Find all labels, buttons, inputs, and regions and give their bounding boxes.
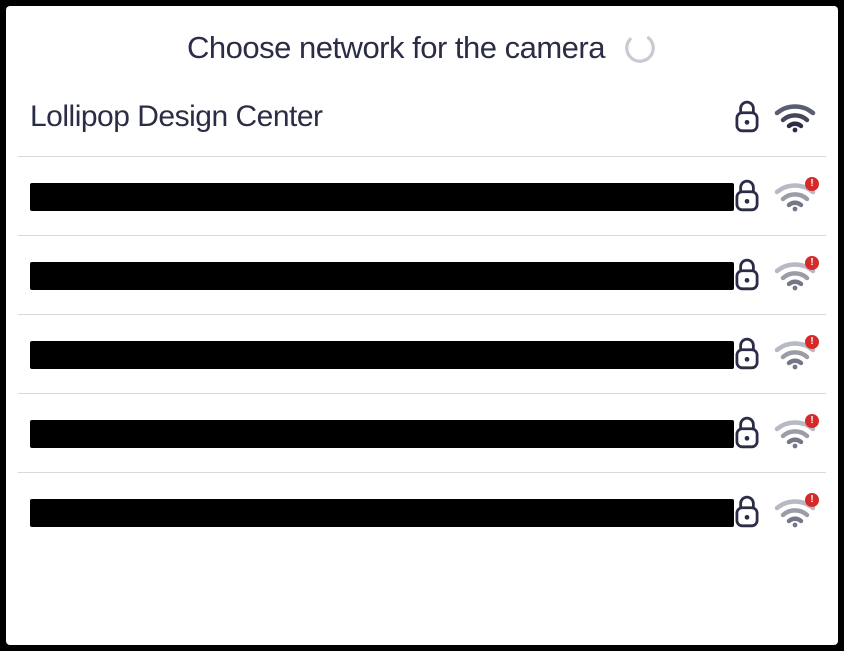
network-name: Well Shine Bio 5G (30, 416, 734, 450)
network-status-icons (734, 495, 816, 529)
lock-icon (734, 337, 760, 371)
network-name: Well Shine Bio 2.4G (30, 337, 734, 371)
network-row[interactable]: Well Shine Bio 2.4G (18, 315, 826, 394)
lock-icon (734, 495, 760, 529)
network-name: Lollipop Design Center (30, 100, 734, 134)
network-status-icons (734, 258, 816, 292)
network-status-icons (734, 337, 816, 371)
lock-icon (734, 416, 760, 450)
wifi-signal-icon (774, 101, 816, 133)
network-name: Lollipop Guest (30, 179, 734, 213)
network-status-icons (734, 416, 816, 450)
network-status-icons (734, 179, 816, 213)
header: Choose network for the camera (18, 6, 826, 94)
network-row[interactable]: Well Shine Lab 5G (18, 473, 826, 551)
lock-icon (734, 100, 760, 134)
network-row[interactable]: Lollipop Design Center (18, 94, 826, 157)
network-row[interactable]: Well Shine Bio 5G (18, 394, 826, 473)
network-picker-panel: Choose network for the camera Lollipop D… (6, 6, 838, 645)
network-list: Lollipop Design Center Lollipop Guest Lo… (18, 94, 826, 551)
network-status-icons (734, 100, 816, 134)
wifi-signal-icon (774, 180, 816, 212)
network-row[interactable]: Lollipop Guest (18, 157, 826, 236)
wifi-signal-icon (774, 259, 816, 291)
page-title: Choose network for the camera (187, 30, 605, 66)
wifi-signal-icon (774, 496, 816, 528)
alert-badge-icon (805, 256, 819, 270)
network-name: Well Shine Lab 5G (30, 495, 734, 529)
network-row[interactable]: Lollipop Guest 5G (18, 236, 826, 315)
network-name: Lollipop Guest 5G (30, 258, 734, 292)
alert-badge-icon (805, 493, 819, 507)
lock-icon (734, 179, 760, 213)
lock-icon (734, 258, 760, 292)
loading-spinner-icon (623, 31, 657, 65)
alert-badge-icon (805, 335, 819, 349)
alert-badge-icon (805, 177, 819, 191)
wifi-signal-icon (774, 417, 816, 449)
alert-badge-icon (805, 414, 819, 428)
wifi-signal-icon (774, 338, 816, 370)
